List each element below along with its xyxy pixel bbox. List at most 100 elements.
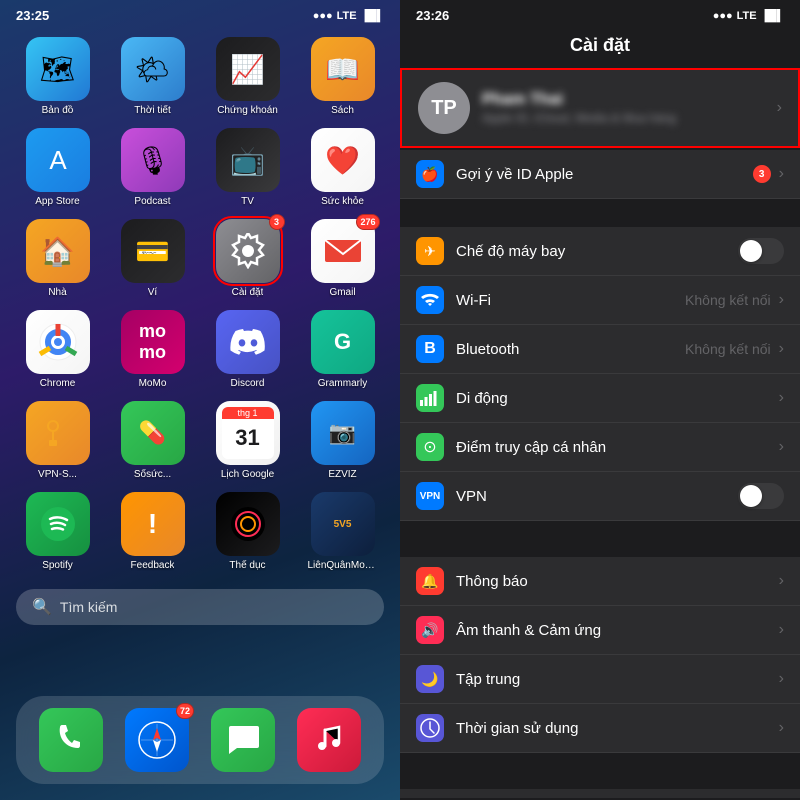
settings-row-airplane[interactable]: ✈Chế độ máy bay	[400, 227, 800, 276]
app-label-home: Nhà	[48, 287, 66, 298]
app-item-ezviz[interactable]: 📷EZVIZ	[301, 401, 384, 480]
app-item-calendar[interactable]: thg 131Lịch Google	[206, 401, 289, 480]
app-item-gmail[interactable]: 276Gmail	[301, 219, 384, 298]
app-label-books: Sách	[331, 105, 354, 116]
settings-section-2: 🔔Thông báo›🔊Âm thanh & Cảm ứng›🌙Tập trun…	[400, 557, 800, 753]
toggle-vpn[interactable]	[738, 483, 784, 509]
app-item-fitness[interactable]: Thể dục	[206, 492, 289, 571]
app-label-feedback: Feedback	[131, 560, 175, 571]
app-label-lienquan: LiênQuânMobile	[308, 560, 378, 571]
search-bar[interactable]: 🔍 Tìm kiếm	[16, 589, 384, 625]
app-item-maps[interactable]: 🗺Bản đồ	[16, 37, 99, 116]
status-icons-left: ●●● LTE ▐█▌	[313, 10, 384, 22]
status-bar-left: 23:25 ●●● LTE ▐█▌	[0, 0, 400, 27]
app-icon-fitness	[216, 492, 280, 556]
safari-badge: 72	[176, 703, 194, 719]
app-icon-sosuck: 💊	[121, 401, 185, 465]
toggle-airplane[interactable]	[738, 238, 784, 264]
settings-row-hotspot[interactable]: ⊙Điểm truy cập cá nhân›	[400, 423, 800, 472]
settings-label-hotspot: Điểm truy cập cá nhân	[456, 439, 779, 456]
app-icon-spotify	[26, 492, 90, 556]
app-label-wallet: Ví	[148, 287, 157, 298]
app-icon-chrome	[26, 310, 90, 374]
app-item-feedback[interactable]: !Feedback	[111, 492, 194, 571]
profile-avatar: TP	[418, 82, 470, 134]
app-item-sosuck[interactable]: 💊 Sốsức...	[111, 401, 194, 480]
network-icon: LTE	[337, 10, 357, 22]
app-icon-grammarly: G	[311, 310, 375, 374]
app-label-fitness: Thể dục	[229, 560, 265, 571]
app-item-momo[interactable]: momoMoMo	[111, 310, 194, 389]
settings-icon-screentime	[416, 714, 444, 742]
chevron-screentime-icon: ›	[779, 719, 784, 737]
app-item-podcasts[interactable]: 🎙Podcast	[111, 128, 194, 207]
settings-row-screentime[interactable]: Thời gian sử dụng›	[400, 704, 800, 753]
chevron-notifications-icon: ›	[779, 572, 784, 590]
settings-row-focus[interactable]: 🌙Tập trung›	[400, 655, 800, 704]
app-item-lienquan[interactable]: 5V5 LiênQuânMobile	[301, 492, 384, 571]
app-item-home[interactable]: 🏠 Nhà	[16, 219, 99, 298]
dock-app-safari[interactable]: 72	[125, 708, 189, 772]
app-icon-appstore: A	[26, 128, 90, 192]
app-item-grammarly[interactable]: GGrammarly	[301, 310, 384, 389]
app-item-chrome[interactable]: Chrome	[16, 310, 99, 389]
settings-icon-notifications: 🔔	[416, 567, 444, 595]
app-item-discord[interactable]: Discord	[206, 310, 289, 389]
app-item-vpn[interactable]: VPN-S...	[16, 401, 99, 480]
app-item-appstore[interactable]: AApp Store	[16, 128, 99, 207]
profile-chevron-icon: ›	[777, 99, 782, 117]
settings-row-sound[interactable]: 🔊Âm thanh & Cảm ứng›	[400, 606, 800, 655]
apple-id-chevron-icon: ›	[779, 165, 784, 183]
settings-row-notifications[interactable]: 🔔Thông báo›	[400, 557, 800, 606]
battery-right-icon: ▐█▌	[761, 10, 784, 22]
dock-app-music[interactable]	[297, 708, 361, 772]
app-icon-settings: 3	[216, 219, 280, 283]
chevron-focus-icon: ›	[779, 670, 784, 688]
settings-value-bluetooth: Không kết nối	[685, 341, 771, 357]
settings-label-bluetooth: Bluetooth	[456, 341, 685, 358]
chevron-sound-icon: ›	[779, 621, 784, 639]
chevron-hotspot-icon: ›	[779, 438, 784, 456]
signal-right-icon: ●●●	[713, 10, 733, 22]
app-item-books[interactable]: 📖 Sách	[301, 37, 384, 116]
app-label-settings: Cài đặt	[232, 287, 264, 298]
profile-row[interactable]: TP Pham Thai Apple ID, iCloud, Media & M…	[400, 68, 800, 148]
settings-row-vpn[interactable]: VPNVPN	[400, 472, 800, 521]
settings-title: Cài đặt	[400, 27, 800, 68]
app-label-gmail: Gmail	[329, 287, 355, 298]
apple-id-row[interactable]: 🍎 Gợi ý về ID Apple 3 ›	[400, 150, 800, 199]
app-icon-lienquan: 5V5	[311, 492, 375, 556]
profile-info: Pham Thai Apple ID, iCloud, Media & Mua …	[482, 91, 777, 125]
settings-icon-bluetooth: B	[416, 335, 444, 363]
settings-row-wifi[interactable]: Wi-FiKhông kết nối›	[400, 276, 800, 325]
app-item-settings[interactable]: 3 Cài đặt	[206, 219, 289, 298]
app-item-stocks[interactable]: 📈Chứng khoán	[206, 37, 289, 116]
signal-icon: ●●●	[313, 10, 333, 22]
settings-section-1: ✈Chế độ máy bayWi-FiKhông kết nối› B Bluet…	[400, 227, 800, 521]
app-item-weather[interactable]: 🌤Thời tiết	[111, 37, 194, 116]
app-label-momo: MoMo	[139, 378, 167, 389]
settings-row-cellular[interactable]: Di động›	[400, 374, 800, 423]
app-item-wallet[interactable]: 💳Ví	[111, 219, 194, 298]
app-item-appletv[interactable]: 📺TV	[206, 128, 289, 207]
dock-app-messages[interactable]	[211, 708, 275, 772]
chevron-cellular-icon: ›	[779, 389, 784, 407]
app-item-spotify[interactable]: Spotify	[16, 492, 99, 571]
app-icon-books: 📖	[311, 37, 375, 101]
app-icon-maps: 🗺	[26, 37, 90, 101]
app-label-sosuck: Sốsức...	[134, 469, 171, 480]
settings-icon-focus: 🌙	[416, 665, 444, 693]
avatar-initials: TP	[431, 97, 457, 120]
settings-label-screentime: Thời gian sử dụng	[456, 720, 779, 737]
settings-row-general[interactable]: Cài đặt chung›	[400, 789, 800, 798]
app-label-discord: Discord	[231, 378, 265, 389]
settings-value-wifi: Không kết nối	[685, 292, 771, 308]
app-icon-home: 🏠	[26, 219, 90, 283]
settings-row-bluetooth[interactable]: BBluetoothKhông kết nối›	[400, 325, 800, 374]
app-icon-podcasts: 🎙	[121, 128, 185, 192]
dock-app-phone[interactable]	[39, 708, 103, 772]
app-badge-settings: 3	[269, 214, 285, 230]
time-left: 23:25	[16, 8, 49, 23]
app-item-health[interactable]: ❤️Sức khỏe	[301, 128, 384, 207]
settings-icon-airplane: ✈	[416, 237, 444, 265]
